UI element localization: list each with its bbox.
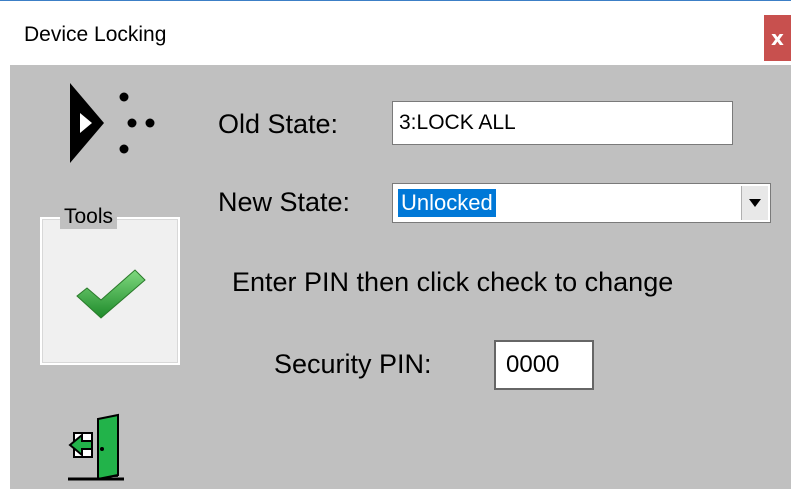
device-lock-logo-icon bbox=[70, 83, 155, 163]
title-bar: Device Locking x bbox=[0, 1, 791, 65]
old-state-field[interactable]: 3:LOCK ALL bbox=[392, 101, 733, 145]
old-state-label: Old State: bbox=[218, 109, 339, 139]
old-state-value: 3:LOCK ALL bbox=[399, 111, 516, 134]
security-pin-input[interactable]: 0000 bbox=[494, 340, 594, 390]
tools-legend: Tools bbox=[60, 205, 118, 229]
dropdown-arrow-icon bbox=[749, 199, 761, 207]
security-pin-value: 0000 bbox=[506, 351, 560, 378]
green-check-icon bbox=[76, 269, 146, 319]
new-state-selected-value: Unlocked bbox=[397, 188, 497, 218]
exit-door-icon[interactable] bbox=[68, 413, 128, 483]
close-icon: x bbox=[771, 26, 784, 50]
new-state-label: New State: bbox=[218, 187, 351, 217]
dialog-client-area: Tools Old State: 3:LOCK ALL New State: U… bbox=[10, 65, 791, 489]
dropdown-arrow-button[interactable] bbox=[741, 186, 768, 220]
apply-check-button[interactable] bbox=[42, 219, 178, 363]
security-pin-label: Security PIN: bbox=[274, 349, 432, 379]
new-state-dropdown[interactable]: Unlocked bbox=[392, 183, 771, 223]
window-title: Device Locking bbox=[24, 23, 167, 46]
close-button[interactable]: x bbox=[764, 15, 791, 61]
device-locking-window: Device Locking x Tools Old State: 3:LOCK… bbox=[0, 0, 791, 489]
tools-group: Tools bbox=[34, 205, 182, 423]
instruction-text: Enter PIN then click check to change bbox=[232, 267, 674, 297]
